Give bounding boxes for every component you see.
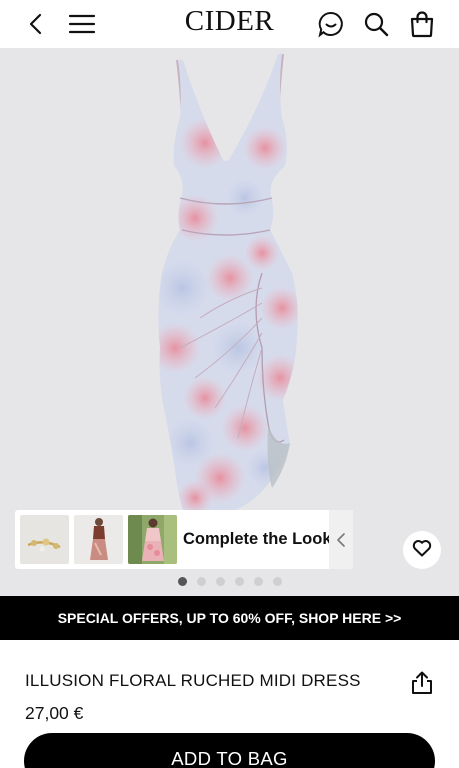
- dress-thumbnail[interactable]: [128, 515, 177, 564]
- search-icon[interactable]: [358, 6, 394, 42]
- product-title: ILLUSION FLORAL RUCHED MIDI DRESS: [25, 671, 361, 690]
- earrings-thumbnail[interactable]: [20, 515, 69, 564]
- outfit-thumbnail[interactable]: [74, 515, 123, 564]
- wishlist-button[interactable]: [403, 531, 441, 569]
- carousel-dot[interactable]: [196, 577, 206, 586]
- carousel-dot-active[interactable]: [177, 577, 187, 586]
- carousel-dot[interactable]: [253, 577, 263, 586]
- heart-icon: [412, 539, 432, 562]
- share-icon[interactable]: [407, 668, 437, 698]
- complete-the-look-card[interactable]: Complete the Look: [15, 510, 353, 569]
- product-price: 27,00 €: [25, 703, 84, 723]
- add-to-bag-button[interactable]: ADD TO BAG: [24, 733, 435, 768]
- chevron-left-icon[interactable]: [329, 510, 353, 569]
- image-carousel-indicator: [0, 577, 459, 586]
- promo-banner[interactable]: SPECIAL OFFERS, UP TO 60% OFF, SHOP HERE…: [0, 596, 459, 640]
- chat-icon[interactable]: [313, 6, 349, 42]
- carousel-dot[interactable]: [234, 577, 244, 586]
- carousel-dot[interactable]: [215, 577, 225, 586]
- top-navigation-bar: CIDER: [0, 0, 459, 48]
- bag-icon[interactable]: [404, 6, 440, 42]
- complete-the-look-label: Complete the Look: [183, 530, 332, 548]
- carousel-dot[interactable]: [272, 577, 282, 586]
